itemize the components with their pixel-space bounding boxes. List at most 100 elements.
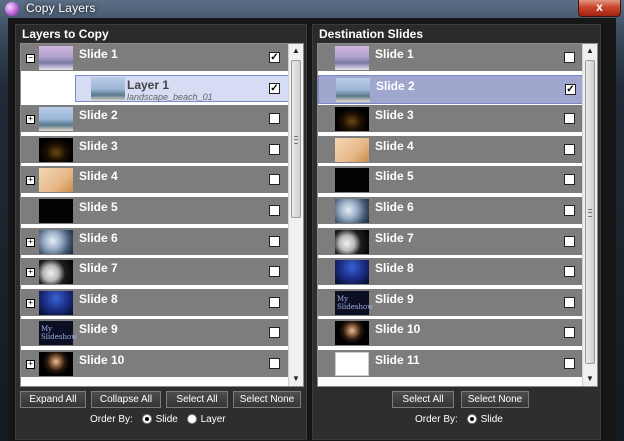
order-layer-label[interactable]: Layer (201, 414, 226, 425)
slide-row[interactable]: + Slide 2 (21, 105, 289, 135)
order-slide-radio[interactable] (141, 414, 152, 424)
checkbox[interactable] (564, 296, 575, 308)
slide-label: Slide 3 (375, 108, 414, 123)
slide-row[interactable]: Slide 6 (318, 197, 583, 226)
slide-thumbnail (335, 229, 369, 254)
checkbox[interactable] (269, 143, 280, 155)
checkbox[interactable] (564, 266, 575, 278)
checkbox[interactable] (269, 235, 280, 247)
order-slide-label[interactable]: Slide (156, 414, 178, 425)
destination-list[interactable]: Slide 1 Slide 2 ✓ Slide 3 Slide 4 Slide 5 Slid… (317, 43, 598, 387)
select-none-button[interactable]: Select None (233, 391, 301, 408)
checked-checkbox[interactable]: ✓ (565, 83, 576, 95)
checkbox[interactable] (564, 358, 575, 369)
expand-all-button[interactable]: Expand All (20, 391, 86, 408)
checked-checkbox[interactable]: ✓ (269, 52, 280, 63)
slide-thumbnail (336, 77, 370, 102)
select-all-button[interactable]: Select All (392, 391, 454, 408)
select-none-button[interactable]: Select None (461, 391, 529, 408)
slide-label: Slide 10 (375, 322, 421, 337)
slide-row[interactable]: Slide 3 (21, 135, 289, 165)
slide-row[interactable]: + Slide 6 (21, 227, 289, 257)
slide-row[interactable]: Slide 11 (318, 350, 583, 379)
checked-checkbox[interactable]: ✓ (269, 82, 280, 94)
slide-row[interactable]: Slide 1 (318, 44, 583, 73)
destination-list-content: Slide 1 Slide 2 ✓ Slide 3 Slide 4 Slide 5 Slid… (318, 44, 583, 386)
expand-plus-icon[interactable]: + (26, 298, 35, 308)
slide-thumbnail (335, 137, 369, 162)
collapse-minus-icon[interactable]: − (26, 54, 35, 63)
title-bar[interactable]: Copy Layers x (0, 0, 624, 18)
select-all-button[interactable]: Select All (166, 391, 228, 408)
slide-label: Slide 1 (375, 47, 414, 61)
copy-layers-window: Copy Layers x Layers to Copy − Slide 1 ✓ la… (0, 0, 624, 441)
slide-thumbnail (39, 352, 73, 376)
slide-row[interactable]: My Slideshow Slide 9 (21, 319, 289, 349)
slide-row[interactable]: + Slide 7 (21, 258, 289, 288)
layers-scrollbar[interactable]: ▲ ▼ (288, 44, 303, 386)
layers-list[interactable]: − Slide 1 ✓ landscape_beach_01 Layer 1 ✓ + Slid… (20, 43, 304, 387)
destination-scrollbar[interactable]: ▲ ▼ (582, 44, 597, 386)
checkbox[interactable] (269, 266, 280, 278)
slide-thumbnail (39, 137, 73, 162)
order-slide-label[interactable]: Slide (481, 414, 503, 425)
slide-row[interactable]: Slide 8 (318, 258, 583, 288)
checkbox[interactable] (564, 113, 575, 125)
slide-thumbnail (39, 199, 73, 223)
scroll-up-arrow-icon[interactable]: ▲ (583, 44, 597, 58)
slide-thumbnail (335, 352, 369, 376)
scroll-grip-icon (588, 209, 592, 217)
checkbox[interactable] (564, 205, 575, 216)
slide-row[interactable]: − Slide 1 ✓ (21, 44, 289, 73)
slide-thumbnail (39, 260, 73, 285)
scroll-down-arrow-icon[interactable]: ▼ (583, 372, 597, 386)
slide-row[interactable]: Slide 10 (318, 319, 583, 349)
order-slide-radio[interactable] (466, 414, 477, 424)
slide-label: Slide 7 (79, 261, 118, 276)
checkbox[interactable] (564, 143, 575, 155)
slide-thumbnail (91, 76, 125, 101)
expand-plus-icon[interactable]: + (26, 176, 35, 186)
checkbox[interactable] (269, 296, 280, 308)
expand-plus-icon[interactable]: + (26, 268, 35, 278)
slide-row[interactable]: + Slide 10 (21, 350, 289, 379)
slide-row[interactable]: + Slide 8 (21, 288, 289, 318)
slide-row[interactable]: Slide 2 ✓ (318, 74, 583, 104)
slide-row[interactable]: Slide 3 (318, 105, 583, 135)
slide-row[interactable]: + Slide 4 (21, 166, 289, 196)
expand-plus-icon[interactable]: + (26, 360, 35, 369)
checkbox[interactable] (269, 205, 280, 216)
checkbox[interactable] (564, 174, 575, 186)
checkbox[interactable] (269, 327, 280, 339)
checkbox[interactable] (269, 358, 280, 369)
slide-label: Slide 4 (375, 138, 414, 153)
scroll-thumb[interactable] (585, 60, 595, 364)
collapse-all-button[interactable]: Collapse All (91, 391, 161, 408)
checkbox[interactable] (269, 113, 280, 125)
slide-thumbnail (39, 229, 73, 254)
close-button[interactable]: x (578, 0, 621, 17)
scroll-thumb[interactable] (291, 60, 301, 218)
order-by-label: Order By: (90, 414, 133, 425)
checkbox[interactable] (564, 235, 575, 247)
slide-row[interactable]: My Slideshow Slide 9 (318, 288, 583, 318)
layers-list-content: − Slide 1 ✓ landscape_beach_01 Layer 1 ✓ + Slid… (21, 44, 289, 386)
checkbox[interactable] (564, 52, 575, 63)
slide-row[interactable]: Slide 5 (21, 197, 289, 226)
slide-label: Slide 3 (79, 138, 118, 153)
order-layer-radio[interactable] (186, 414, 197, 424)
expand-plus-icon[interactable]: + (26, 237, 35, 247)
slide-row[interactable]: Slide 7 (318, 227, 583, 257)
app-logo-icon (5, 2, 19, 16)
layer-label: Layer 1 (127, 77, 170, 92)
scroll-up-arrow-icon[interactable]: ▲ (289, 44, 303, 58)
order-by-group: Order By: Slide Layer (90, 414, 226, 425)
slide-row[interactable]: Slide 4 (318, 135, 583, 165)
layer-row[interactable]: landscape_beach_01 Layer 1 ✓ (21, 74, 289, 104)
checkbox[interactable] (269, 174, 280, 186)
expand-plus-icon[interactable]: + (26, 115, 35, 125)
scroll-down-arrow-icon[interactable]: ▼ (289, 372, 303, 386)
checkbox[interactable] (564, 327, 575, 339)
slide-row[interactable]: Slide 5 (318, 166, 583, 196)
window-title: Copy Layers (26, 1, 96, 15)
